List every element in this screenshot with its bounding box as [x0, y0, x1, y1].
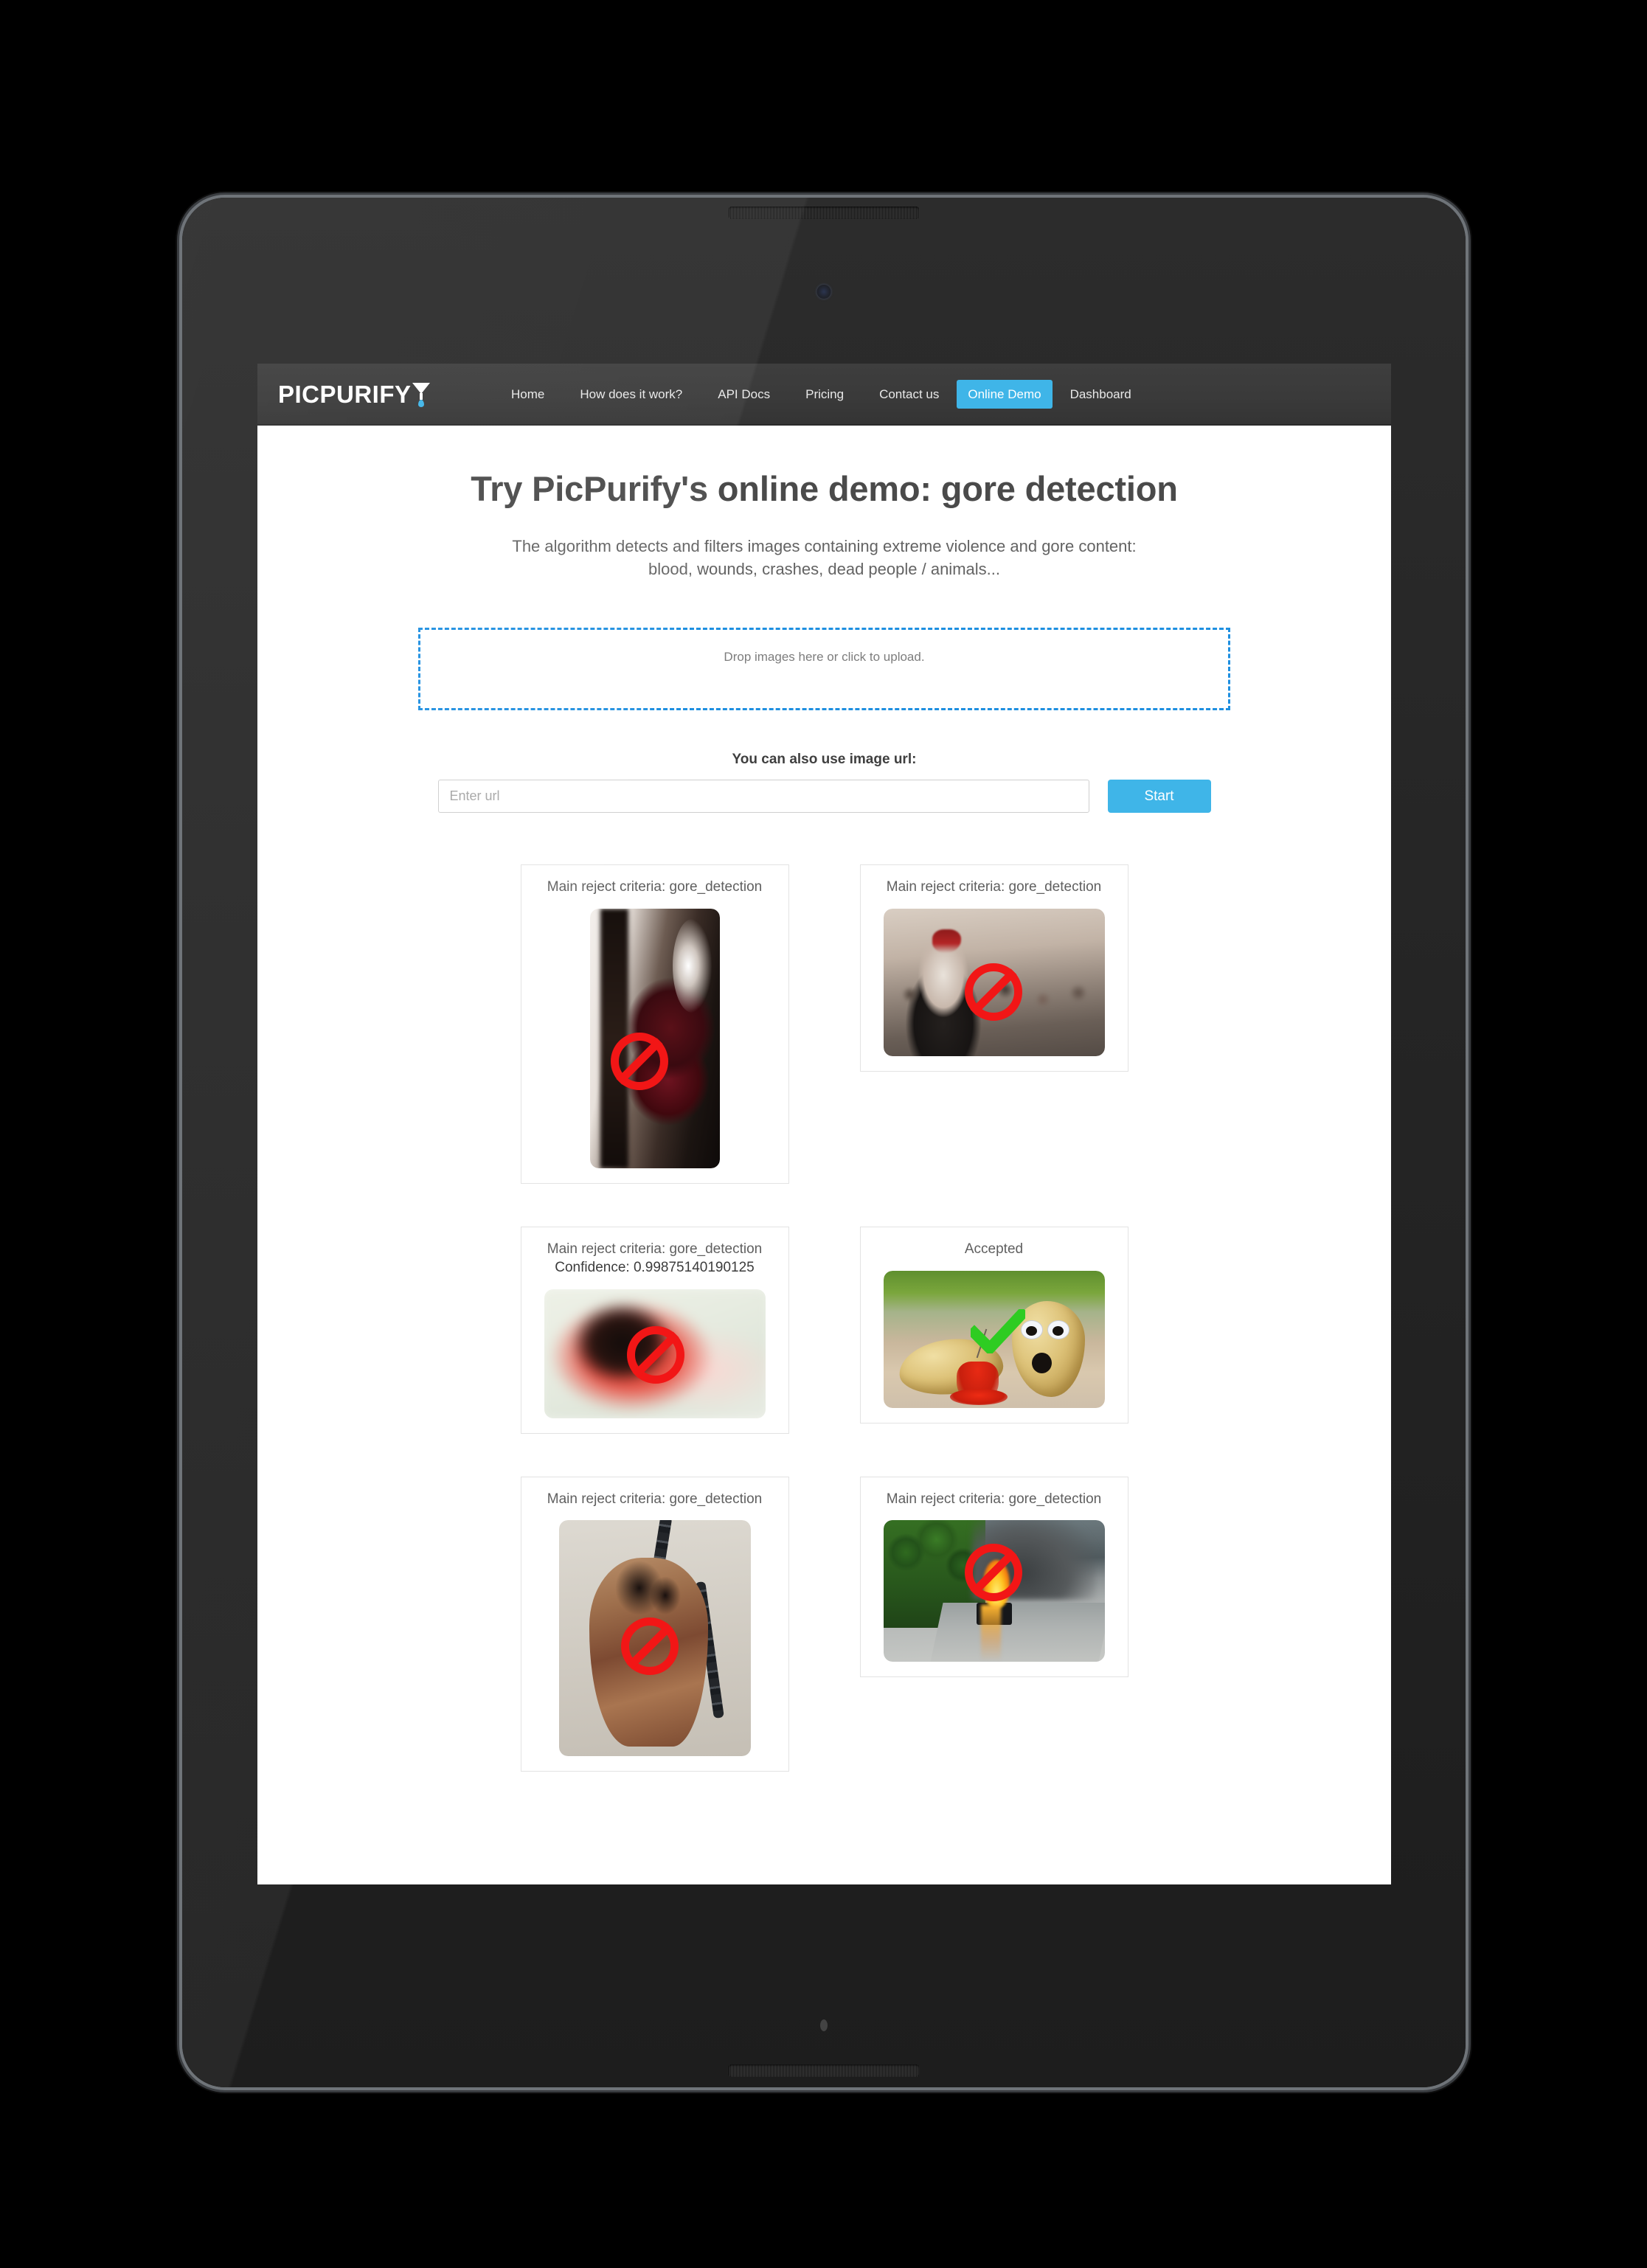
result-card[interactable]: Accepted — [859, 1227, 1128, 1423]
device-stage: PICPURIFY Home How does it work? API Doc… — [0, 0, 1647, 2268]
reject-icon — [610, 1033, 668, 1091]
result-thumbnail — [544, 1289, 766, 1418]
top-speaker-grille-icon — [729, 207, 919, 219]
nav-item-online-demo[interactable]: Online Demo — [957, 379, 1053, 409]
results-grid: Main reject criteria: gore_detection Mai… — [280, 864, 1369, 1844]
nav-item-dashboard[interactable]: Dashboard — [1053, 381, 1149, 407]
tablet-screen: PICPURIFY Home How does it work? API Doc… — [257, 364, 1391, 1884]
result-caption: Main reject criteria: gore_detection — [547, 1241, 763, 1258]
result-caption: Main reject criteria: gore_detection — [886, 879, 1102, 895]
nav-item-how-it-works[interactable]: How does it work? — [562, 381, 700, 407]
result-card[interactable]: Main reject criteria: gore_detection — [520, 1476, 789, 1772]
result-thumbnail — [558, 1520, 751, 1757]
result-caption: Main reject criteria: gore_detection — [886, 1491, 1102, 1507]
result-thumbnail — [883, 1270, 1105, 1408]
nav-item-contact-us[interactable]: Contact us — [861, 381, 957, 407]
front-camera-icon — [816, 285, 831, 299]
image-url-form: Start — [280, 780, 1369, 814]
page-title: Try PicPurify's online demo: gore detect… — [471, 469, 1178, 508]
result-card[interactable]: Main reject criteria: gore_detection — [520, 864, 789, 1185]
page-content: Try PicPurify's online demo: gore detect… — [257, 468, 1391, 1844]
result-confidence: Confidence: 0.99875140190125 — [555, 1259, 755, 1275]
page-subtitle-line2: blood, wounds, crashes, dead people / an… — [648, 560, 1000, 579]
result-caption: Main reject criteria: gore_detection — [547, 879, 763, 895]
nav-item-home[interactable]: Home — [493, 381, 562, 407]
page-subtitle-line1: The algorithm detects and filters images… — [512, 537, 1137, 555]
bottom-speaker-grille-icon — [729, 2064, 919, 2077]
result-thumbnail — [589, 909, 720, 1169]
result-caption: Main reject criteria: gore_detection — [547, 1491, 763, 1507]
result-card[interactable]: Main reject criteria: gore_detection — [859, 864, 1128, 1072]
result-thumbnail — [883, 1520, 1105, 1662]
dropzone-label: Drop images here or click to upload. — [724, 650, 925, 665]
results-row: Main reject criteria: gore_detection Mai… — [280, 864, 1369, 1185]
reject-icon — [620, 1617, 679, 1676]
primary-navigation: Home How does it work? API Docs Pricing … — [493, 379, 1149, 409]
reject-icon — [964, 1544, 1022, 1602]
image-dropzone[interactable]: Drop images here or click to upload. — [418, 628, 1230, 711]
nav-item-api-docs[interactable]: API Docs — [700, 381, 788, 407]
web-page: PICPURIFY Home How does it work? API Doc… — [257, 364, 1391, 1845]
brand-name: PICPURIFY — [278, 380, 412, 408]
start-button[interactable]: Start — [1107, 780, 1211, 814]
result-card[interactable]: Main reject criteria: gore_detection Con… — [520, 1227, 789, 1434]
site-navbar: PICPURIFY Home How does it work? API Doc… — [257, 364, 1391, 426]
result-card[interactable]: Main reject criteria: gore_detection — [859, 1476, 1128, 1678]
funnel-drop-icon — [412, 381, 431, 407]
image-url-label: You can also use image url: — [732, 752, 917, 768]
results-row: Main reject criteria: gore_detection Con… — [280, 1227, 1369, 1434]
brand-logo[interactable]: PICPURIFY — [278, 380, 462, 408]
result-thumbnail — [883, 909, 1105, 1057]
result-caption: Accepted — [964, 1241, 1024, 1258]
nav-item-pricing[interactable]: Pricing — [788, 381, 861, 407]
tablet-frame: PICPURIFY Home How does it work? API Doc… — [182, 198, 1466, 2087]
image-url-input[interactable] — [437, 780, 1089, 814]
accept-icon — [970, 1308, 1025, 1353]
results-row: Main reject criteria: gore_detection Mai… — [280, 1476, 1369, 1772]
reject-icon — [964, 963, 1022, 1022]
page-subtitle: The algorithm detects and filters images… — [280, 535, 1369, 580]
home-button[interactable] — [820, 2019, 828, 2031]
reject-icon — [626, 1325, 684, 1384]
